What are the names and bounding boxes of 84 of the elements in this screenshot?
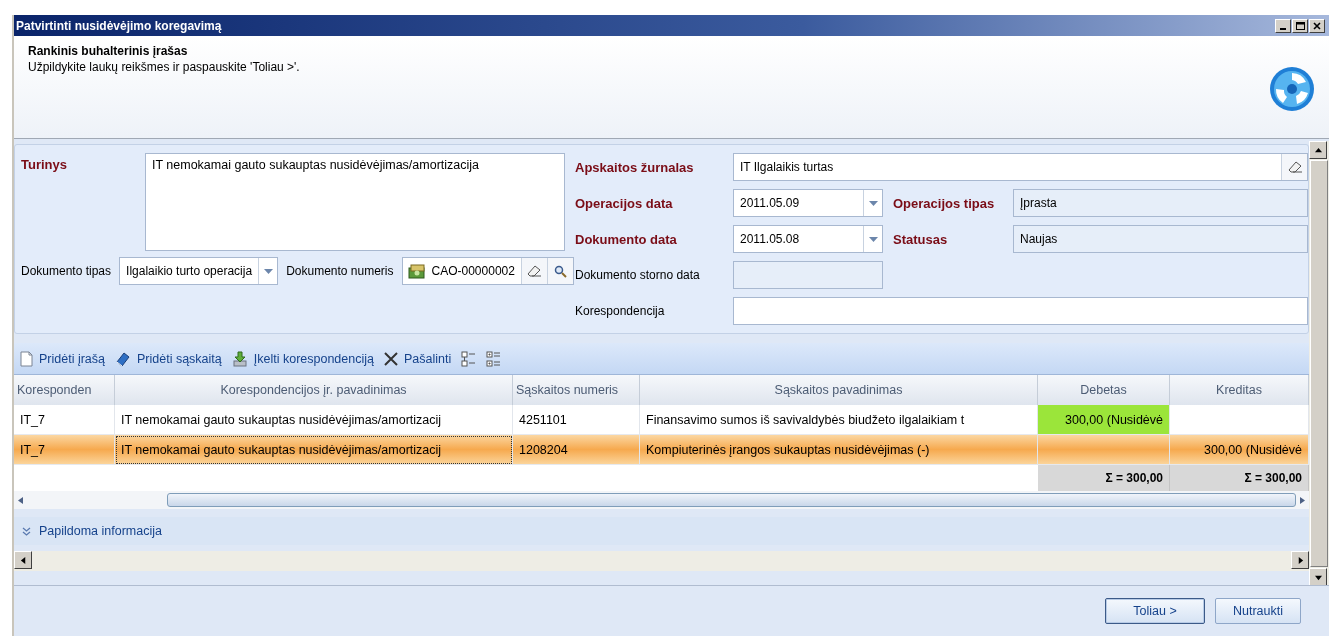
clear-button[interactable] [520,258,547,284]
field-label: Dokumento storno data [575,268,701,282]
right-arrow-icon [1300,496,1305,504]
table-cell: IT nemokamai gauto sukauptas nusidėvėjimas/amortizacij [115,435,513,465]
table-cell: 1208204 [513,435,640,465]
field-label: Turinys [21,156,68,172]
field-label: Dokumento data [575,231,678,247]
maximize-icon [1295,21,1305,30]
field-label: Korespondencija [575,304,666,318]
toolbar-icon-button[interactable] [461,350,477,367]
table-cell: Kompiuterinės įrangos sukauptas nusidėvėjimas (-) [640,435,1038,465]
journal-field[interactable]: IT Ilgalaikis turtas [733,153,1308,181]
caret-icon [868,200,878,206]
table-cell: 300,00 (Nusidėvė [1170,435,1309,465]
logo-icon [1269,66,1315,112]
horizontal-scrollbar[interactable] [14,491,1309,509]
chevron-down-icon [22,526,31,536]
money-icon [407,263,426,279]
toolbar-button[interactable]: Įkelti korespondenciją [231,350,374,367]
table-cell: 300,00 (Nusidėvė [1038,405,1170,435]
minimize-button[interactable] [1275,18,1291,33]
field-value: 2011.05.08 [739,232,801,246]
field-value: 2011.05.09 [739,196,801,210]
field-label: Operacijos tipas [893,195,995,211]
up-arrow-icon [1314,146,1322,154]
field-value: Įprasta [1019,196,1058,210]
field-label: Dokumento tipas [21,264,112,278]
window-title: Patvirtinti nusidėvėjimo koregavimą [16,18,222,33]
right-arrow-icon [1296,556,1304,564]
field-value: Naujas [1019,232,1059,246]
tree-icon [461,350,477,367]
total-cell: Σ = 300,00 [1170,465,1309,491]
field-value: CAO-00000002 [430,264,516,278]
document-number-field[interactable]: CAO-00000002 [401,257,574,285]
search-icon [553,264,567,278]
toolbar-button[interactable]: Pridėti įrašą [20,350,105,367]
field-label: Apskaitos žurnalas [575,159,695,175]
table-row[interactable]: IT_7 IT nemokamai gauto sukauptas nusidėvėjimas/amortizacij 1208204 Kompiuterinės įrangos sukauptas nusidėvėjimas (-) 300,00 (Nusidėvė [14,435,1309,465]
header-subtitle: Užpildykite laukų reikšmes ir paspauskite 'Toliau >'. [28,60,300,74]
search-button[interactable] [546,258,573,284]
toolbar-button[interactable]: Pridėti sąskaitą [115,350,222,367]
left-arrow-icon [18,496,23,504]
content-field[interactable]: IT nemokamai gauto sukauptas nusidėvėjimas/amortizacija [145,153,565,251]
column-header[interactable]: Sąskaitos pavadinimas [640,375,1038,405]
book-icon [115,350,131,367]
dialog-button[interactable]: Toliau > [1105,598,1205,624]
caret-icon [868,236,878,242]
left-arrow-icon [19,556,27,564]
table-cell: IT_7 [14,435,115,465]
close-icon [1313,21,1321,30]
column-header[interactable]: Korespondencijos įr. pavadinimas [115,375,513,405]
document-icon [20,350,33,367]
document-type-dropdown[interactable]: Ilgalaikio turto operacija [119,257,279,285]
eraser-icon [1286,160,1303,174]
minimize-icon [1280,27,1286,30]
toolbar-button[interactable]: Pašalinti [384,351,452,366]
down-arrow-icon [1314,573,1322,581]
field-label: Operacijos data [575,195,674,211]
clear-button[interactable] [1281,154,1307,180]
correspondence-field[interactable] [733,297,1308,325]
field-label: Statusas [893,231,948,247]
column-header[interactable]: Debetas [1038,375,1170,405]
column-header[interactable]: Kreditas [1170,375,1309,405]
column-header[interactable]: Koresponden [14,375,115,405]
details-section-header[interactable]: Papildoma informacija [14,517,1309,545]
eraser-icon [526,264,543,278]
close-button[interactable] [1309,18,1325,33]
caret-icon [263,268,273,274]
date-field[interactable]: 2011.05.08 [733,225,883,253]
field-value: IT Ilgalaikis turtas [739,160,835,174]
header-title: Rankinis buhalterinis įrašas [28,44,189,58]
tree-icon [486,350,502,367]
vertical-scrollbar[interactable] [1309,141,1329,586]
column-header[interactable]: Sąskaitos numeris [513,375,640,405]
total-cell: Σ = 300,00 [1038,465,1170,491]
date-field[interactable]: 2011.05.09 [733,189,883,217]
horizontal-scrollbar[interactable] [14,551,1309,571]
maximize-button[interactable] [1292,18,1308,33]
field-value: Ilgalaikio turto operacija [125,264,254,278]
toolbar-icon-button[interactable] [486,350,502,367]
download-icon [231,350,248,367]
field-label: Dokumento numeris [286,264,394,278]
dialog-button[interactable]: Nutraukti [1215,598,1301,624]
close-icon [384,351,398,366]
